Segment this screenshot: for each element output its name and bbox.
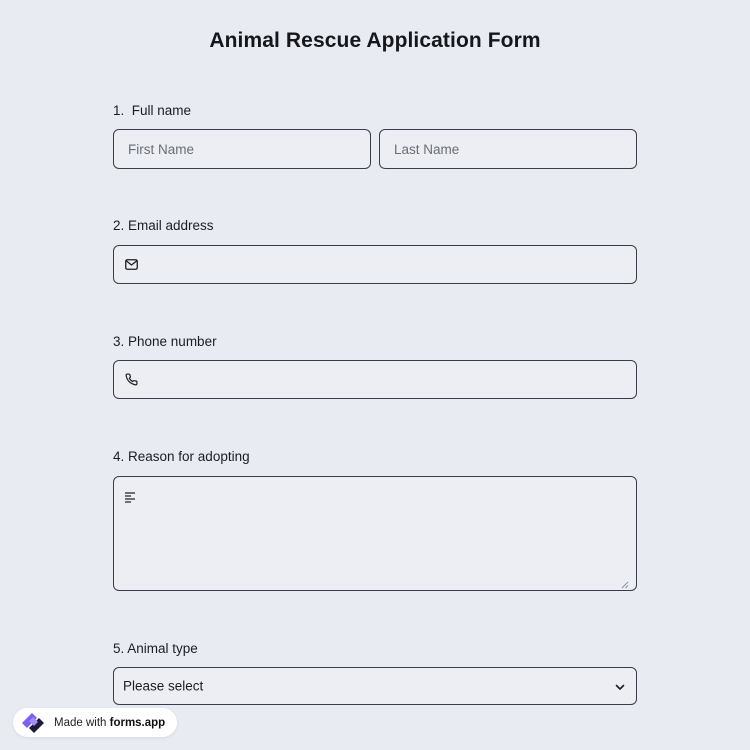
badge-prefix: Made with [54, 716, 110, 729]
first-name-input[interactable] [114, 130, 370, 168]
first-name-field[interactable] [113, 129, 371, 169]
question-label-email: 2. Email address [113, 218, 214, 233]
email-field[interactable] [113, 245, 637, 284]
made-with-badge[interactable]: Made with forms.app [13, 708, 178, 737]
resize-handle[interactable] [621, 576, 629, 589]
chevron-down-icon [614, 680, 626, 692]
question-label-animal-type: 5. Animal type [113, 641, 198, 656]
phone-field[interactable] [113, 360, 637, 399]
forms-app-logo-icon [20, 711, 50, 735]
form-title: Animal Rescue Application Form [209, 29, 541, 52]
badge-text: Made with forms.app [54, 717, 165, 729]
question-label-reason: 4. Reason for adopting [113, 449, 250, 464]
animal-type-select[interactable]: Please select [113, 667, 637, 705]
phone-input[interactable] [114, 361, 636, 398]
phone-icon [124, 373, 138, 387]
last-name-field[interactable] [379, 129, 637, 169]
reason-textarea[interactable] [114, 477, 636, 590]
email-input[interactable] [114, 246, 636, 283]
reason-field[interactable] [113, 476, 637, 591]
badge-brand: forms.app [109, 716, 166, 729]
question-label-full-name: 1. Full name [113, 103, 192, 118]
text-lines-icon [124, 490, 138, 504]
select-value: Please select [123, 678, 204, 694]
form-page: Animal Rescue Application Form 1. Full n… [0, 0, 750, 750]
mail-icon [124, 258, 138, 272]
question-label-phone: 3. Phone number [113, 334, 217, 349]
last-name-input[interactable] [380, 130, 636, 168]
